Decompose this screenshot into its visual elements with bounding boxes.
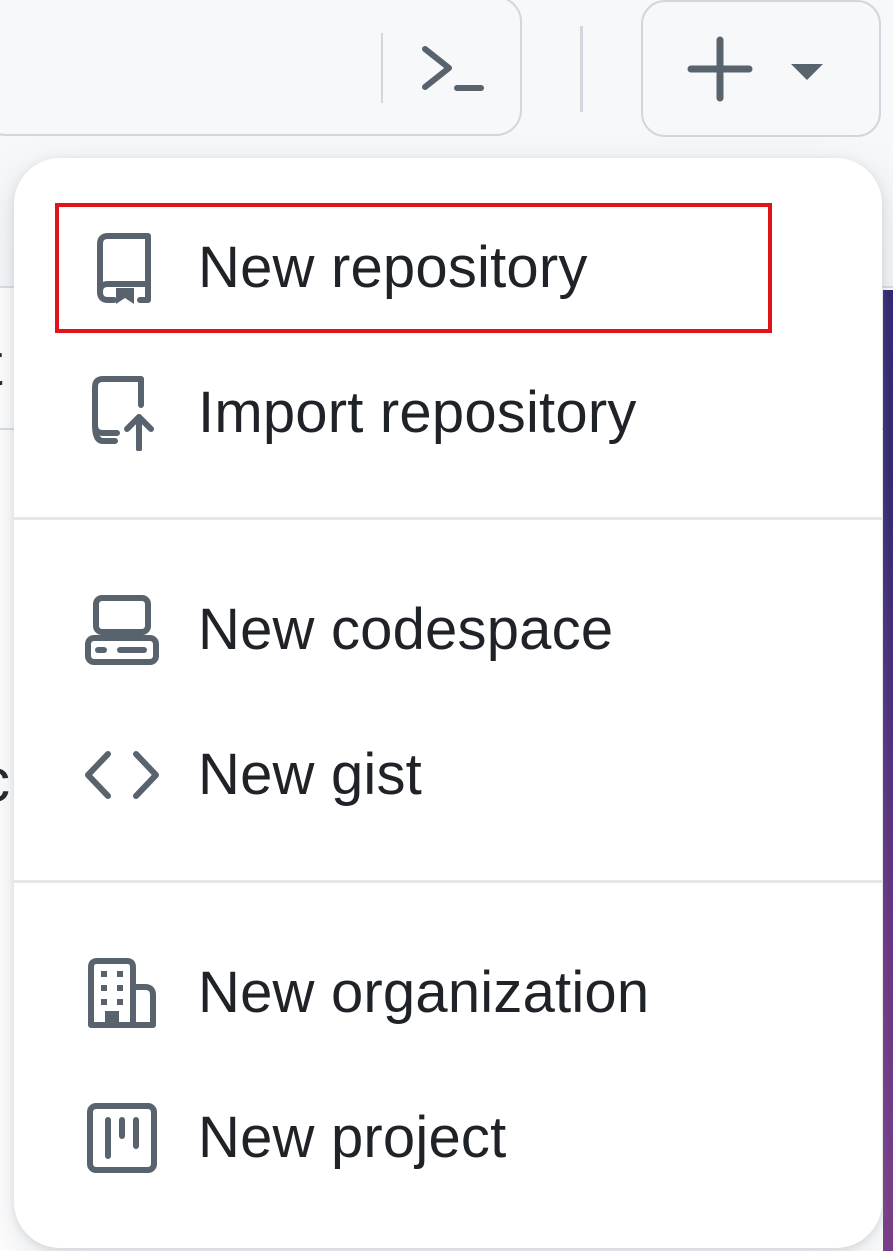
project-icon [84, 1100, 160, 1176]
menu-item-import-repository[interactable]: Import repository [14, 348, 882, 478]
background-banner [883, 290, 893, 1251]
menu-item-label: New organization [198, 960, 650, 1025]
menu-item-label: New codespace [198, 597, 614, 662]
menu-item-new-organization[interactable]: New organization [14, 928, 882, 1058]
create-new-menu: New repository Import repository New cod… [14, 158, 882, 1248]
menu-divider [14, 880, 882, 883]
menu-item-label: New project [198, 1105, 507, 1170]
menu-item-label: Import repository [198, 380, 637, 445]
search-divider [381, 33, 383, 103]
menu-item-new-codespace[interactable]: New codespace [14, 565, 882, 695]
codespaces-icon [84, 592, 160, 668]
menu-item-new-gist[interactable]: New gist [14, 710, 882, 840]
background-text-fragment: c [0, 746, 10, 815]
command-palette-button[interactable] [410, 30, 494, 106]
menu-item-label: New gist [198, 742, 422, 807]
menu-item-new-project[interactable]: New project [14, 1073, 882, 1203]
menu-divider [14, 517, 882, 520]
terminal-icon [419, 41, 485, 95]
plus-icon [687, 36, 753, 102]
code-icon [84, 737, 160, 813]
highlight-annotation [55, 203, 772, 333]
background-text-fragment: t [0, 330, 3, 399]
triangle-down-icon [789, 62, 825, 82]
header-separator [580, 26, 583, 112]
organization-icon [84, 955, 160, 1031]
repo-push-icon [84, 375, 160, 451]
create-new-button[interactable] [641, 0, 881, 137]
